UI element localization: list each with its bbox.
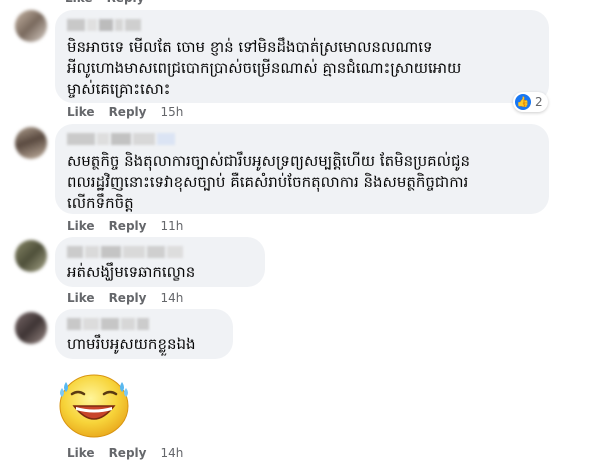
comment-bubble: ហាមរឹបអូសយកខ្លួនឯង bbox=[55, 309, 233, 359]
timestamp[interactable]: 11h bbox=[160, 219, 183, 233]
comment-bubble: សមត្ថកិច្ច និងតុលាការច្បាស់ជារឹបអូសទ្រព្… bbox=[55, 124, 549, 214]
author-name-blurred[interactable] bbox=[67, 18, 537, 32]
comment-actions: Like Reply 14h bbox=[67, 446, 183, 460]
avatar[interactable] bbox=[15, 312, 47, 344]
reaction-count: 2 bbox=[535, 95, 543, 109]
comment-text: អត់សង្ឃឹមទេឆាកល្ខោន bbox=[67, 263, 196, 281]
laughing-emoji-sticker bbox=[52, 366, 136, 438]
thumbs-up-icon: 👍 bbox=[515, 94, 531, 110]
timestamp[interactable]: 14h bbox=[160, 446, 183, 460]
reply-link[interactable]: Reply bbox=[109, 105, 147, 119]
like-link[interactable]: Like bbox=[65, 0, 93, 5]
comment-text: មិនអាចទេ មើលតែ ចោម ខ្ញាន់ ទៅមិនដឹងបាត់ស្… bbox=[67, 38, 462, 98]
comment-text: ហាមរឹបអូសយកខ្លួនឯង bbox=[67, 335, 196, 353]
comment-actions: Like Reply 15h bbox=[67, 105, 183, 119]
avatar[interactable] bbox=[15, 240, 47, 272]
timestamp[interactable]: 14h bbox=[160, 291, 183, 305]
author-name-blurred[interactable] bbox=[67, 245, 253, 259]
reply-link[interactable]: Reply bbox=[109, 219, 147, 233]
like-link[interactable]: Like bbox=[67, 105, 95, 119]
actions-partial: Like Reply bbox=[65, 0, 144, 5]
comment-actions: Like Reply 14h bbox=[67, 291, 183, 305]
like-link[interactable]: Like bbox=[67, 446, 95, 460]
author-name-blurred[interactable] bbox=[67, 317, 221, 331]
like-link[interactable]: Like bbox=[67, 291, 95, 305]
like-link[interactable]: Like bbox=[67, 219, 95, 233]
author-name-blurred[interactable] bbox=[67, 132, 537, 146]
comment-text: សមត្ថកិច្ច និងតុលាការច្បាស់ជារឹបអូសទ្រព្… bbox=[67, 152, 470, 212]
comment-actions: Like Reply 11h bbox=[67, 219, 183, 233]
reply-link[interactable]: Reply bbox=[109, 446, 147, 460]
avatar[interactable] bbox=[15, 127, 47, 159]
avatar[interactable] bbox=[15, 10, 47, 42]
comment-bubble: មិនអាចទេ មើលតែ ចោម ខ្ញាន់ ទៅមិនដឹងបាត់ស្… bbox=[55, 10, 549, 103]
comment-bubble: អត់សង្ឃឹមទេឆាកល្ខោន bbox=[55, 237, 265, 287]
reply-link[interactable]: Reply bbox=[107, 0, 145, 5]
reply-link[interactable]: Reply bbox=[109, 291, 147, 305]
timestamp[interactable]: 15h bbox=[160, 105, 183, 119]
reaction-badge[interactable]: 👍 2 bbox=[513, 92, 548, 112]
